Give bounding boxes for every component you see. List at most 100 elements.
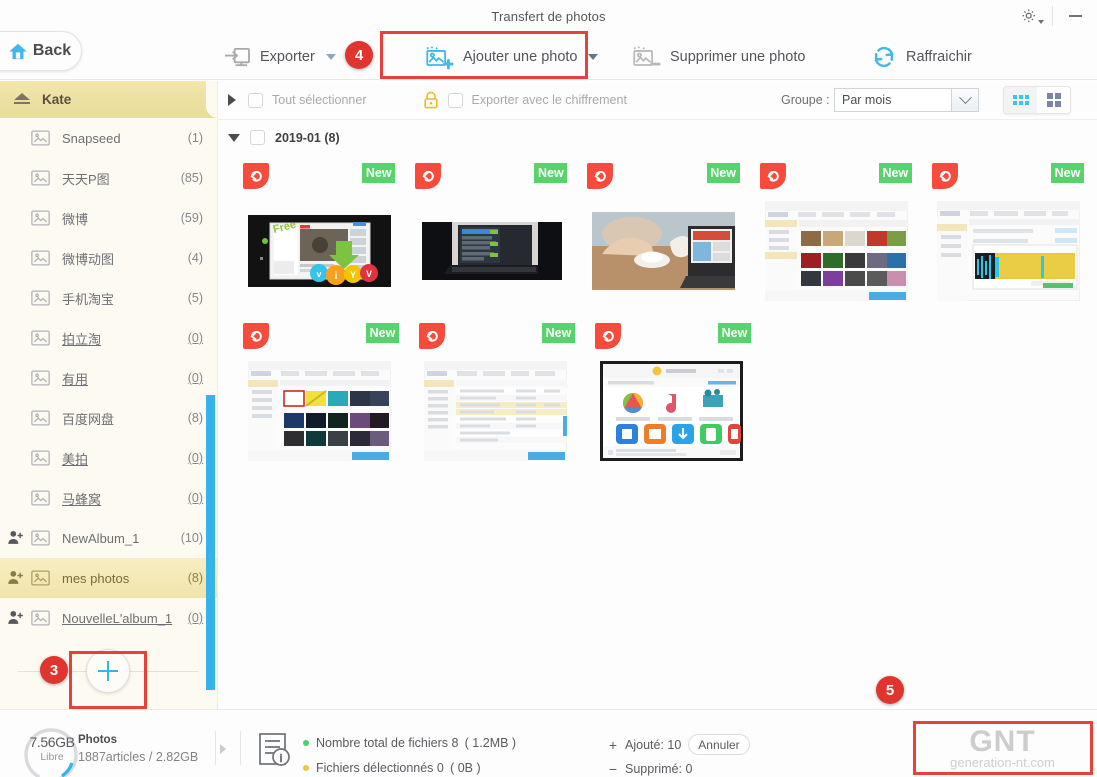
large-grid-view-button[interactable]	[1037, 87, 1070, 113]
album-count: (0)	[187, 331, 203, 345]
disk-usage-text: 7.56GB Libre	[29, 734, 75, 764]
album-count: (8)	[187, 411, 203, 425]
added-label: Ajouté: 10	[625, 737, 682, 752]
restore-icon[interactable]	[759, 163, 786, 189]
album-row[interactable]: mes photos (8)	[0, 558, 217, 598]
picture-icon	[31, 570, 50, 586]
gear-icon[interactable]	[1012, 0, 1052, 32]
album-row[interactable]: 手机淘宝 (5)	[0, 278, 217, 318]
album-count: (59)	[180, 211, 203, 225]
view-mode-toggle	[1003, 86, 1071, 114]
category-title: Photos	[78, 734, 117, 746]
sidebar-scrollbar[interactable]	[206, 395, 215, 690]
minimize-icon[interactable]	[1053, 0, 1097, 32]
cancel-button[interactable]: Annuler	[688, 734, 750, 755]
album-row[interactable]: NewAlbum_1 (10)	[0, 518, 217, 558]
album-row[interactable]: 马蜂窝 (0)	[0, 478, 217, 518]
album-name: 马蜂窝	[62, 491, 102, 507]
refresh-button[interactable]: Raffraichir	[865, 37, 978, 77]
svg-text:V: V	[366, 269, 372, 279]
photo-item[interactable]: New	[412, 319, 588, 479]
album-name: 有用	[62, 371, 89, 387]
back-label: Back	[32, 42, 72, 59]
group-title: 2019-01 (8)	[275, 130, 340, 145]
photo-item[interactable]: New	[408, 159, 580, 319]
restore-icon[interactable]	[243, 163, 269, 189]
album-row[interactable]: 天天P图 (85)	[0, 158, 217, 198]
encrypt-export-checkbox[interactable]	[447, 92, 463, 108]
picture-icon	[31, 490, 50, 506]
restore-icon[interactable]	[931, 163, 958, 189]
lock-icon	[423, 91, 438, 109]
chevron-down-icon	[951, 89, 978, 111]
add-photo-icon	[426, 45, 454, 69]
photo-item[interactable]: New	[753, 159, 925, 319]
content-area: Tout sélectionner Exporter avec le chiff…	[218, 81, 1097, 709]
status-bar: 7.56GB Libre Photos 1887articles / 2.82G…	[0, 709, 1097, 777]
removed-label: Supprimé: 0	[625, 762, 693, 776]
group-value: Par mois	[842, 93, 892, 107]
new-badge: New	[718, 323, 751, 343]
album-list: Snapseed (1) 天天P图 (85) 微博 (59) 微博动图 (4)	[0, 118, 217, 704]
restore-icon[interactable]	[587, 163, 614, 189]
photo-item[interactable]: New	[588, 319, 764, 479]
shared-album-icon	[8, 530, 23, 544]
restore-icon[interactable]	[243, 323, 269, 349]
photo-item[interactable]: New	[580, 159, 752, 319]
deselected-files-label: Fichiers délectionnés 0 ( 0B )	[316, 761, 481, 775]
group-select[interactable]: Par mois	[834, 88, 979, 112]
album-row[interactable]: 百度网盘 (8)	[0, 398, 217, 438]
title-bar: Transfert de photos	[0, 0, 1097, 32]
add-photo-button[interactable]: Ajouter une photo	[418, 37, 604, 77]
encrypt-export-label: Exporter avec le chiffrement	[471, 93, 627, 107]
album-row[interactable]: 美拍 (0)	[0, 438, 217, 478]
home-icon	[9, 43, 27, 59]
green-dot-icon	[303, 740, 309, 746]
album-name: NewAlbum_1	[62, 530, 140, 546]
group-select-checkbox[interactable]	[250, 130, 265, 145]
add-album-button[interactable]	[86, 649, 130, 693]
minus-sign: −	[608, 761, 618, 777]
triangle-right-icon[interactable]	[220, 744, 226, 754]
album-count: (4)	[187, 251, 203, 265]
album-count: (0)	[187, 611, 203, 625]
small-grid-view-button[interactable]	[1004, 87, 1037, 113]
new-badge: New	[362, 163, 396, 183]
photo-grid: New Free v i Y V New New New New New New…	[218, 155, 1097, 479]
album-count: (10)	[180, 531, 203, 545]
album-row[interactable]: 微博 (59)	[0, 198, 217, 238]
refresh-label: Raffraichir	[906, 49, 972, 65]
back-button[interactable]: Back	[0, 31, 82, 71]
album-row[interactable]: 拍立淘 (0)	[0, 318, 217, 358]
album-row[interactable]: 有用 (0)	[0, 358, 217, 398]
add-photo-label: Ajouter une photo	[463, 49, 578, 65]
triangle-down-icon[interactable]	[228, 133, 240, 142]
svg-text:Y: Y	[350, 270, 356, 280]
album-row[interactable]: 微博动图 (4)	[0, 238, 217, 278]
photo-item[interactable]: New	[236, 319, 412, 479]
device-header[interactable]: Kate	[0, 81, 217, 118]
picture-icon	[31, 330, 50, 346]
group-label: Groupe :	[781, 93, 830, 107]
photo-thumbnail	[248, 351, 391, 471]
photo-thumbnail	[420, 191, 563, 311]
export-button[interactable]: Exporter	[218, 37, 342, 77]
picture-icon	[31, 610, 50, 626]
device-name: Kate	[42, 92, 72, 107]
photo-item[interactable]: New	[925, 159, 1097, 319]
album-row[interactable]: NouvelleL'album_1 (0)	[0, 598, 217, 638]
album-row[interactable]: Snapseed (1)	[0, 118, 217, 158]
triangle-right-icon[interactable]	[228, 94, 236, 106]
restore-icon[interactable]	[595, 323, 621, 349]
picture-icon	[31, 250, 50, 266]
restore-icon[interactable]	[419, 323, 445, 349]
annotation-badge-3: 3	[40, 656, 68, 684]
restore-icon[interactable]	[415, 163, 442, 189]
album-count: (0)	[187, 451, 203, 465]
album-name: 天天P图	[62, 171, 110, 187]
photo-item[interactable]: New	[236, 159, 408, 319]
divider	[240, 731, 241, 765]
shared-album-icon	[8, 570, 23, 584]
delete-photo-button[interactable]: Supprimer une photo	[625, 37, 811, 77]
select-all-checkbox[interactable]	[248, 92, 263, 108]
